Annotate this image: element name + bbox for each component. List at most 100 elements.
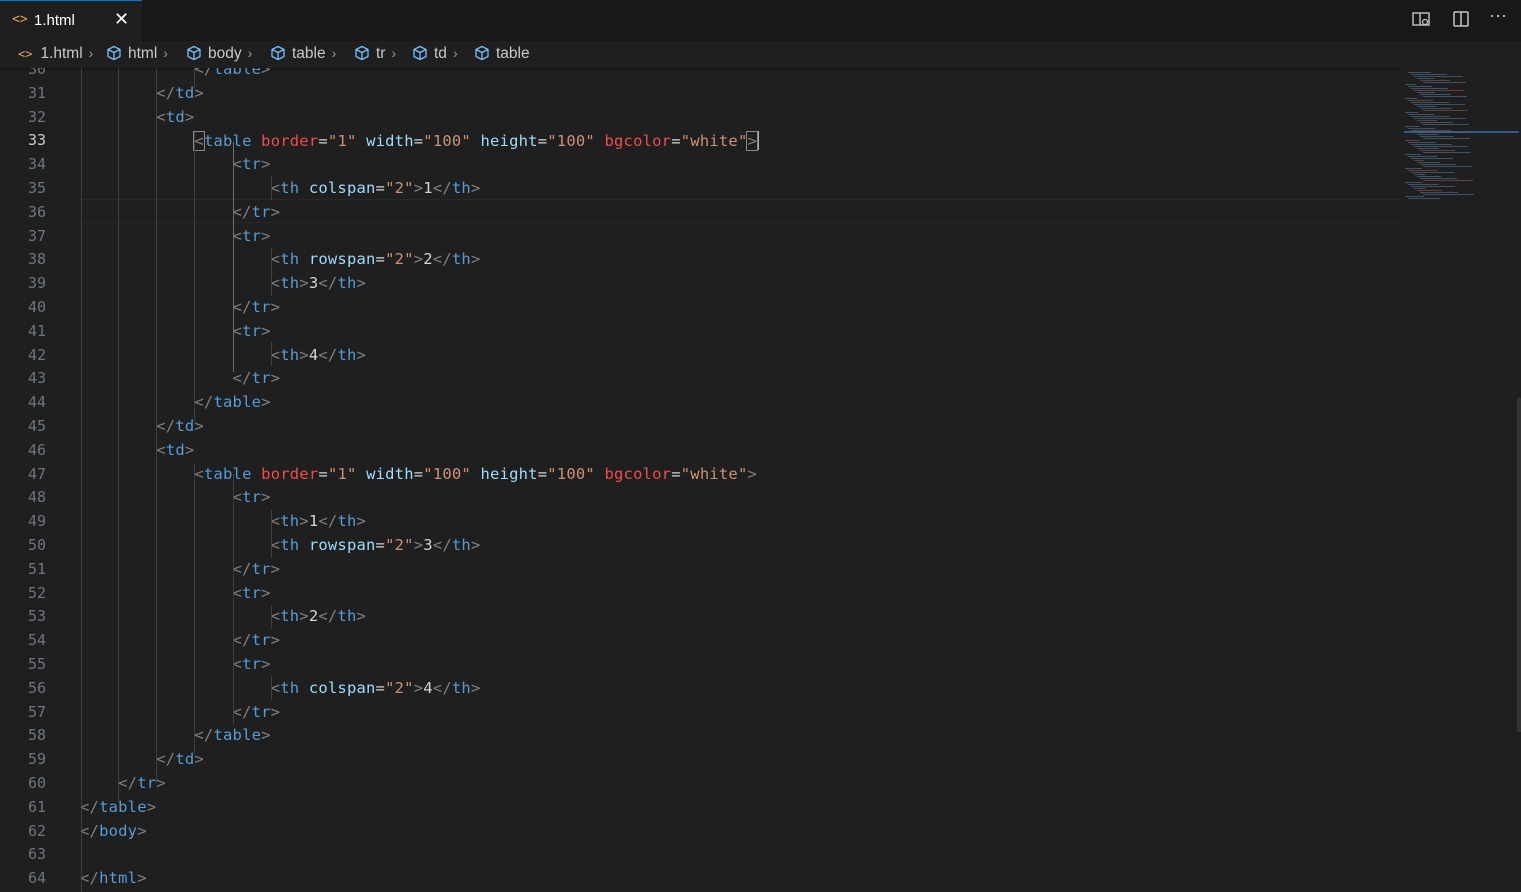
code-line[interactable]: 56 <th colspan="2">4</th> xyxy=(0,677,1400,701)
minimap-line xyxy=(1405,126,1419,127)
code-text: <td> xyxy=(156,440,195,459)
minimap-line xyxy=(1423,96,1467,97)
breadcrumb-label: td xyxy=(434,45,447,62)
code-line[interactable]: 57 </tr> xyxy=(0,701,1400,725)
minimap-line xyxy=(1417,78,1434,79)
breadcrumb-item-4[interactable]: tr › xyxy=(354,45,396,63)
indent-guide xyxy=(271,510,272,558)
code-line[interactable]: 55 <tr> xyxy=(0,653,1400,677)
minimap-line xyxy=(1411,172,1454,173)
minimap[interactable] xyxy=(1400,68,1521,892)
line-number: 43 xyxy=(27,369,46,388)
code-line[interactable]: 61 </table> xyxy=(0,796,1400,820)
split-editor-icon[interactable] xyxy=(1451,9,1473,31)
code-line[interactable]: 48 <tr> xyxy=(0,486,1400,510)
code-line[interactable]: 31 </td> xyxy=(0,82,1400,106)
scrollbar-thumb[interactable] xyxy=(1517,398,1521,732)
code-line[interactable]: 62 </body> xyxy=(0,820,1400,844)
line-number: 59 xyxy=(27,750,46,769)
line-number: 42 xyxy=(27,345,46,364)
breadcrumb-label: table xyxy=(496,45,530,62)
code-line[interactable]: 33 <table border="1" width="100" height=… xyxy=(0,129,1400,153)
chevron-right-icon: › xyxy=(247,45,253,61)
code-line[interactable]: 36 </tr> xyxy=(0,201,1400,225)
code-line[interactable]: 47 <table border="1" width="100" height=… xyxy=(0,463,1400,487)
minimap-line xyxy=(1417,134,1438,135)
code-line[interactable]: 42 <th>4</th> xyxy=(0,344,1400,368)
code-line[interactable]: 40 </tr> xyxy=(0,296,1400,320)
code-line[interactable]: 49 <th>1</th> xyxy=(0,510,1400,534)
code-line[interactable]: 63 xyxy=(0,843,1400,867)
minimap-line xyxy=(1408,170,1438,171)
tab-bar: <> 1.html ✕ ··· xyxy=(0,0,1521,41)
minimap-line xyxy=(1420,108,1452,109)
minimap-line xyxy=(1420,122,1453,123)
code-text: <th colspan="2">1</th> xyxy=(270,179,481,197)
more-actions-icon[interactable]: ··· xyxy=(1489,5,1511,27)
code-line[interactable]: 58 </table> xyxy=(0,724,1400,748)
breadcrumb-item-2[interactable]: body › xyxy=(186,45,252,63)
breadcrumb-label: body xyxy=(208,45,242,62)
code-text: <tr> xyxy=(232,488,271,507)
line-number: 36 xyxy=(27,202,46,221)
code-line[interactable]: 60 </tr> xyxy=(0,772,1400,796)
code-text: </td> xyxy=(156,750,204,769)
code-line[interactable]: 38 <th rowspan="2">2</th> xyxy=(0,248,1400,272)
close-icon[interactable]: ✕ xyxy=(114,9,129,30)
minimap-line xyxy=(1420,150,1455,151)
indent-guide xyxy=(156,68,157,783)
minimap-line xyxy=(1408,128,1435,129)
minimap-line xyxy=(1408,114,1434,115)
tab-1-html[interactable]: <> 1.html ✕ xyxy=(0,0,142,41)
breadcrumb-item-3[interactable]: table › xyxy=(270,45,336,63)
code-line[interactable]: 52 <tr> xyxy=(0,582,1400,606)
minimap-line xyxy=(1414,160,1424,161)
minimap-line xyxy=(1405,112,1418,113)
code-line[interactable]: 34 <tr> xyxy=(0,153,1400,177)
line-number: 53 xyxy=(27,607,46,626)
code-line[interactable]: 64 </html> xyxy=(0,867,1400,891)
symbol-element-icon xyxy=(186,45,208,62)
code-line[interactable]: 43 </tr> xyxy=(0,367,1400,391)
code-editor[interactable]: 30 </table> 31 </td> 32 <td> 33 <table bord… xyxy=(0,68,1400,892)
code-line[interactable]: 35 <th colspan="2">1</th> xyxy=(0,177,1400,201)
code-line[interactable]: 54 </tr> xyxy=(0,629,1400,653)
line-number: 62 xyxy=(27,821,46,840)
code-line[interactable]: 41 <tr> xyxy=(0,320,1400,344)
code-text: </tr> xyxy=(232,631,281,650)
code-line[interactable]: 53 <th>2</th> xyxy=(0,605,1400,629)
minimap-line xyxy=(1423,82,1466,83)
code-text: </tr> xyxy=(232,202,281,221)
symbol-element-icon xyxy=(354,45,376,62)
minimap-line xyxy=(1411,130,1451,131)
html-file-icon: <> xyxy=(12,12,28,27)
minimap-line xyxy=(1423,152,1471,153)
code-line[interactable]: 39 <th>3</th> xyxy=(0,272,1400,296)
code-line[interactable]: 44 </table> xyxy=(0,391,1400,415)
code-line[interactable]: 45 </td> xyxy=(0,415,1400,439)
minimap-line xyxy=(1423,194,1474,195)
code-line[interactable]: 59 </td> xyxy=(0,748,1400,772)
code-text: <td> xyxy=(156,107,195,126)
breadcrumb-label: tr xyxy=(376,45,386,62)
breadcrumb-label: html xyxy=(128,45,158,62)
code-line[interactable]: 51 </tr> xyxy=(0,558,1400,582)
breadcrumb-item-6[interactable]: table xyxy=(474,45,530,63)
breadcrumb-item-0[interactable]: <> 1.html › xyxy=(18,45,93,63)
open-preview-icon[interactable] xyxy=(1411,9,1433,31)
minimap-line xyxy=(1408,142,1436,143)
code-line[interactable]: 32 <td> xyxy=(0,106,1400,130)
minimap-line xyxy=(1414,90,1464,91)
breadcrumb-item-5[interactable]: td › xyxy=(412,45,458,63)
code-line[interactable]: 30 </table> xyxy=(0,68,1400,82)
minimap-line xyxy=(1408,72,1431,73)
code-text: </tr> xyxy=(118,774,166,792)
symbol-element-icon xyxy=(412,45,434,62)
minimap-line xyxy=(1417,106,1436,107)
code-text: </table> xyxy=(194,68,271,78)
code-line[interactable]: 46 <td> xyxy=(0,439,1400,463)
minimap-line xyxy=(1417,190,1442,191)
breadcrumb-item-1[interactable]: html › xyxy=(106,45,168,63)
code-line[interactable]: 50 <th rowspan="2">3</th> xyxy=(0,534,1400,558)
code-line[interactable]: 37 <tr> xyxy=(0,225,1400,249)
